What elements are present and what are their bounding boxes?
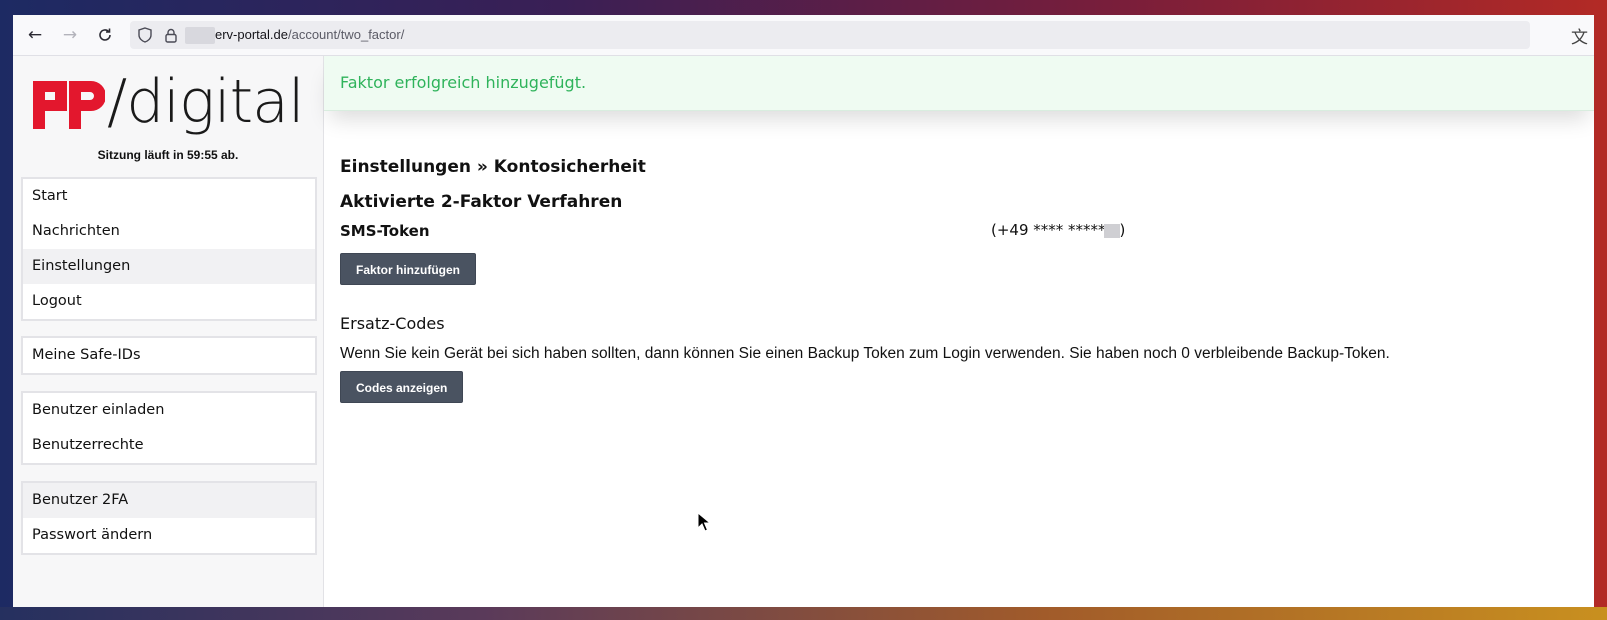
browser-toolbar: ← → erv-portal.de/account/two_factor/ 文 — [13, 15, 1594, 56]
logo-text: /digital — [107, 67, 305, 137]
sidebar-item-start[interactable]: Start — [23, 179, 315, 214]
sidebar-item-safe-ids[interactable]: Meine Safe-IDs — [23, 338, 315, 373]
sidebar-item-einstellungen[interactable]: Einstellungen — [23, 249, 315, 284]
lock-icon[interactable] — [162, 26, 180, 44]
add-factor-button[interactable]: Faktor hinzufügen — [340, 253, 476, 285]
factor-phone: (+49 **** *****) — [991, 221, 1126, 239]
alert-text: Faktor erfolgreich hinzugefügt. — [340, 73, 587, 92]
backup-codes-title: Ersatz-Codes — [340, 314, 445, 333]
factor-name: SMS-Token — [340, 222, 430, 240]
sidebar-item-benutzerrechte[interactable]: Benutzerrechte — [23, 428, 315, 463]
session-timer: Sitzung läuft in 59:55 ab. — [97, 148, 239, 162]
sidebar-item-benutzer-einladen[interactable]: Benutzer einladen — [23, 393, 315, 428]
sidebar-item-passwort-aendern[interactable]: Passwort ändern — [23, 518, 315, 553]
logo[interactable]: /digital — [33, 67, 323, 143]
translate-icon[interactable]: 文 — [1571, 23, 1588, 48]
show-codes-button[interactable]: Codes anzeigen — [340, 371, 464, 403]
menu-group-safe-ids: Meine Safe-IDs — [21, 336, 317, 375]
section-title: Aktivierte 2-Faktor Verfahren — [340, 192, 623, 212]
url-text[interactable]: erv-portal.de/account/two_factor/ — [215, 27, 404, 42]
reload-icon[interactable] — [93, 23, 117, 47]
menu-group-main: Start Nachrichten Einstellungen Logout — [21, 177, 317, 321]
address-bar[interactable]: erv-portal.de/account/two_factor/ — [130, 21, 1530, 49]
url-redaction — [185, 27, 215, 44]
page-title: Einstellungen » Kontosicherheit — [340, 157, 646, 177]
fp-logo-mark — [33, 81, 105, 129]
shield-icon[interactable] — [136, 26, 154, 44]
sidebar: /digital Sitzung läuft in 59:55 ab. Star… — [13, 56, 324, 607]
sidebar-item-nachrichten[interactable]: Nachrichten — [23, 214, 315, 249]
sidebar-item-benutzer-2fa[interactable]: Benutzer 2FA — [23, 483, 315, 518]
menu-group-users: Benutzer einladen Benutzerrechte — [21, 391, 317, 465]
forward-icon[interactable]: → — [58, 23, 82, 47]
main-content: Faktor erfolgreich hinzugefügt. Einstell… — [324, 56, 1594, 607]
menu-group-security: Benutzer 2FA Passwort ändern — [21, 481, 317, 555]
mouse-cursor-icon — [697, 512, 711, 532]
browser-window: ← → erv-portal.de/account/two_factor/ 文 — [13, 15, 1594, 607]
success-alert: Faktor erfolgreich hinzugefügt. — [324, 56, 1594, 111]
back-icon[interactable]: ← — [23, 23, 47, 47]
desktop-background — [0, 607, 1607, 620]
backup-codes-description: Wenn Sie kein Gerät bei sich haben sollt… — [340, 345, 1390, 362]
sidebar-item-logout[interactable]: Logout — [23, 284, 315, 319]
phone-redaction — [1103, 223, 1120, 238]
